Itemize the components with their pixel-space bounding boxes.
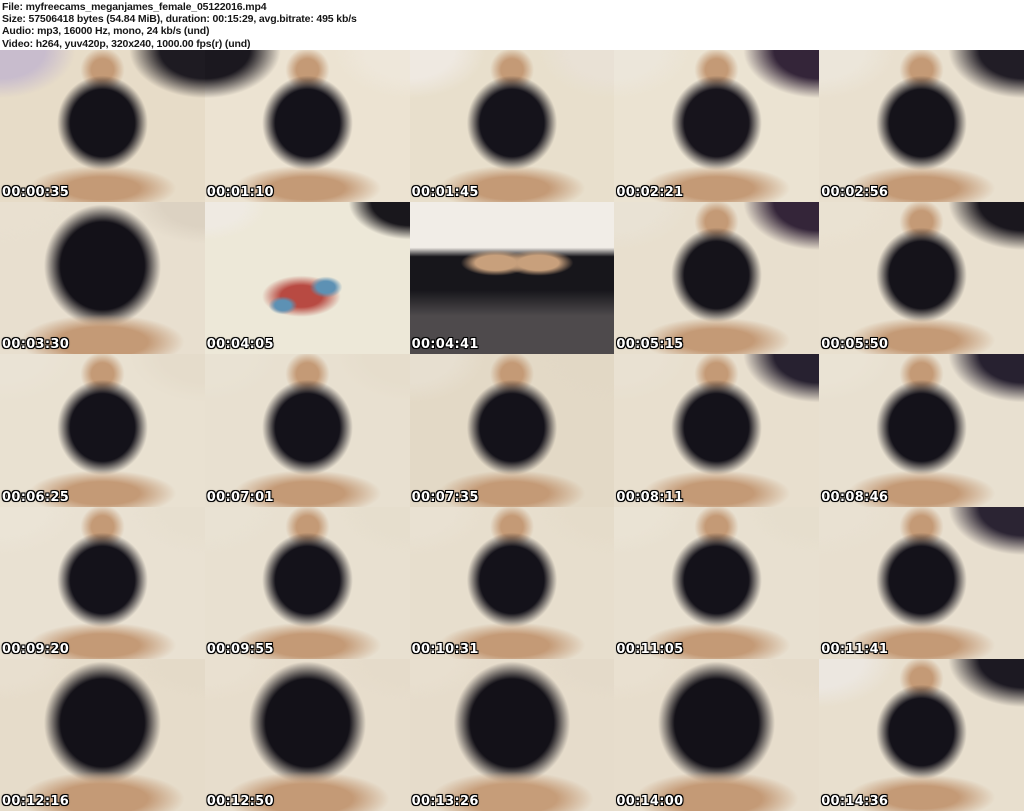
video-thumbnail: 00:12:16 xyxy=(0,658,205,811)
video-thumbnail: 00:06:25 xyxy=(0,354,205,507)
timestamp-overlay: 00:07:01 xyxy=(206,489,274,505)
video-thumbnail: 00:05:15 xyxy=(614,202,820,355)
timestamp-overlay: 00:02:56 xyxy=(821,185,889,201)
timestamp-overlay: 00:12:50 xyxy=(206,793,274,809)
video-thumbnail: 00:14:00 xyxy=(614,658,820,811)
video-thumbnail: 00:04:05 xyxy=(204,202,410,355)
media-info-line: Size: 57506418 bytes (54.84 MiB), durati… xyxy=(2,13,1022,25)
timestamp-overlay: 00:14:36 xyxy=(821,793,889,809)
timestamp-overlay: 00:13:26 xyxy=(411,793,479,809)
video-thumbnail: 00:09:20 xyxy=(0,506,205,659)
video-thumbnail: 00:11:05 xyxy=(614,506,820,659)
timestamp-overlay: 00:11:05 xyxy=(616,641,684,657)
media-info-label: Audio: xyxy=(2,25,35,38)
media-info-line: Video: h264, yuv420p, 320x240, 1000.00 f… xyxy=(2,38,1022,50)
video-thumbnail: 00:01:10 xyxy=(204,50,410,203)
video-thumbnail: 00:11:41 xyxy=(819,506,1024,659)
media-info-value: 57506418 bytes (54.84 MiB), duration: 00… xyxy=(28,13,357,26)
media-info-label: Size: xyxy=(2,13,26,26)
timestamp-overlay: 00:01:10 xyxy=(206,185,274,201)
video-thumbnail: 00:01:45 xyxy=(409,50,615,203)
media-info-line: File: myfreecams_meganjames_female_05122… xyxy=(2,1,1022,13)
timestamp-overlay: 00:09:55 xyxy=(206,641,274,657)
media-info-value: h264, yuv420p, 320x240, 1000.00 fps(r) (… xyxy=(35,37,251,50)
timestamp-overlay: 00:07:35 xyxy=(411,489,479,505)
timestamp-overlay: 00:06:25 xyxy=(2,489,70,505)
timestamp-overlay: 00:12:16 xyxy=(2,793,70,809)
media-info-line: Audio: mp3, 16000 Hz, mono, 24 kb/s (und… xyxy=(2,25,1022,37)
video-thumbnail: 00:02:56 xyxy=(819,50,1024,203)
video-thumbnail: 00:07:35 xyxy=(409,354,615,507)
media-info-value: myfreecams_meganjames_female_05122016.mp… xyxy=(25,1,267,13)
thumbnail-grid: 00:00:35 00:01:10 00:01:45 00:02:21 00:0… xyxy=(0,50,1024,811)
timestamp-overlay: 00:08:11 xyxy=(616,489,684,505)
video-thumbnail: 00:14:36 xyxy=(819,658,1024,811)
video-thumbnail: 00:03:30 xyxy=(0,202,205,355)
media-info-label: Video: xyxy=(2,37,33,50)
media-info-header: File: myfreecams_meganjames_female_05122… xyxy=(0,0,1024,50)
video-thumbnail: 00:02:21 xyxy=(614,50,820,203)
timestamp-overlay: 00:11:41 xyxy=(821,641,889,657)
video-thumbnail: 00:05:50 xyxy=(819,202,1024,355)
video-thumbnail: 00:10:31 xyxy=(409,506,615,659)
video-thumbnail: 00:09:55 xyxy=(204,506,410,659)
timestamp-overlay: 00:04:05 xyxy=(206,337,274,353)
media-info-label: File: xyxy=(2,1,23,13)
video-thumbnail: 00:08:46 xyxy=(819,354,1024,507)
timestamp-overlay: 00:05:50 xyxy=(821,337,889,353)
video-thumbnail: 00:12:50 xyxy=(204,658,410,811)
timestamp-overlay: 00:03:30 xyxy=(2,337,70,353)
timestamp-overlay: 00:04:41 xyxy=(411,337,479,353)
video-thumbnail: 00:13:26 xyxy=(409,658,615,811)
timestamp-overlay: 00:14:00 xyxy=(616,793,684,809)
timestamp-overlay: 00:00:35 xyxy=(2,185,70,201)
timestamp-overlay: 00:01:45 xyxy=(411,185,479,201)
timestamp-overlay: 00:08:46 xyxy=(821,489,889,505)
timestamp-overlay: 00:05:15 xyxy=(616,337,684,353)
timestamp-overlay: 00:02:21 xyxy=(616,185,684,201)
video-contact-sheet: File: myfreecams_meganjames_female_05122… xyxy=(0,0,1024,811)
video-thumbnail: 00:04:41 xyxy=(409,202,615,355)
timestamp-overlay: 00:09:20 xyxy=(2,641,70,657)
video-thumbnail: 00:07:01 xyxy=(204,354,410,507)
media-info-value: mp3, 16000 Hz, mono, 24 kb/s (und) xyxy=(37,25,210,38)
timestamp-overlay: 00:10:31 xyxy=(411,641,479,657)
video-thumbnail: 00:00:35 xyxy=(0,50,205,203)
video-thumbnail: 00:08:11 xyxy=(614,354,820,507)
